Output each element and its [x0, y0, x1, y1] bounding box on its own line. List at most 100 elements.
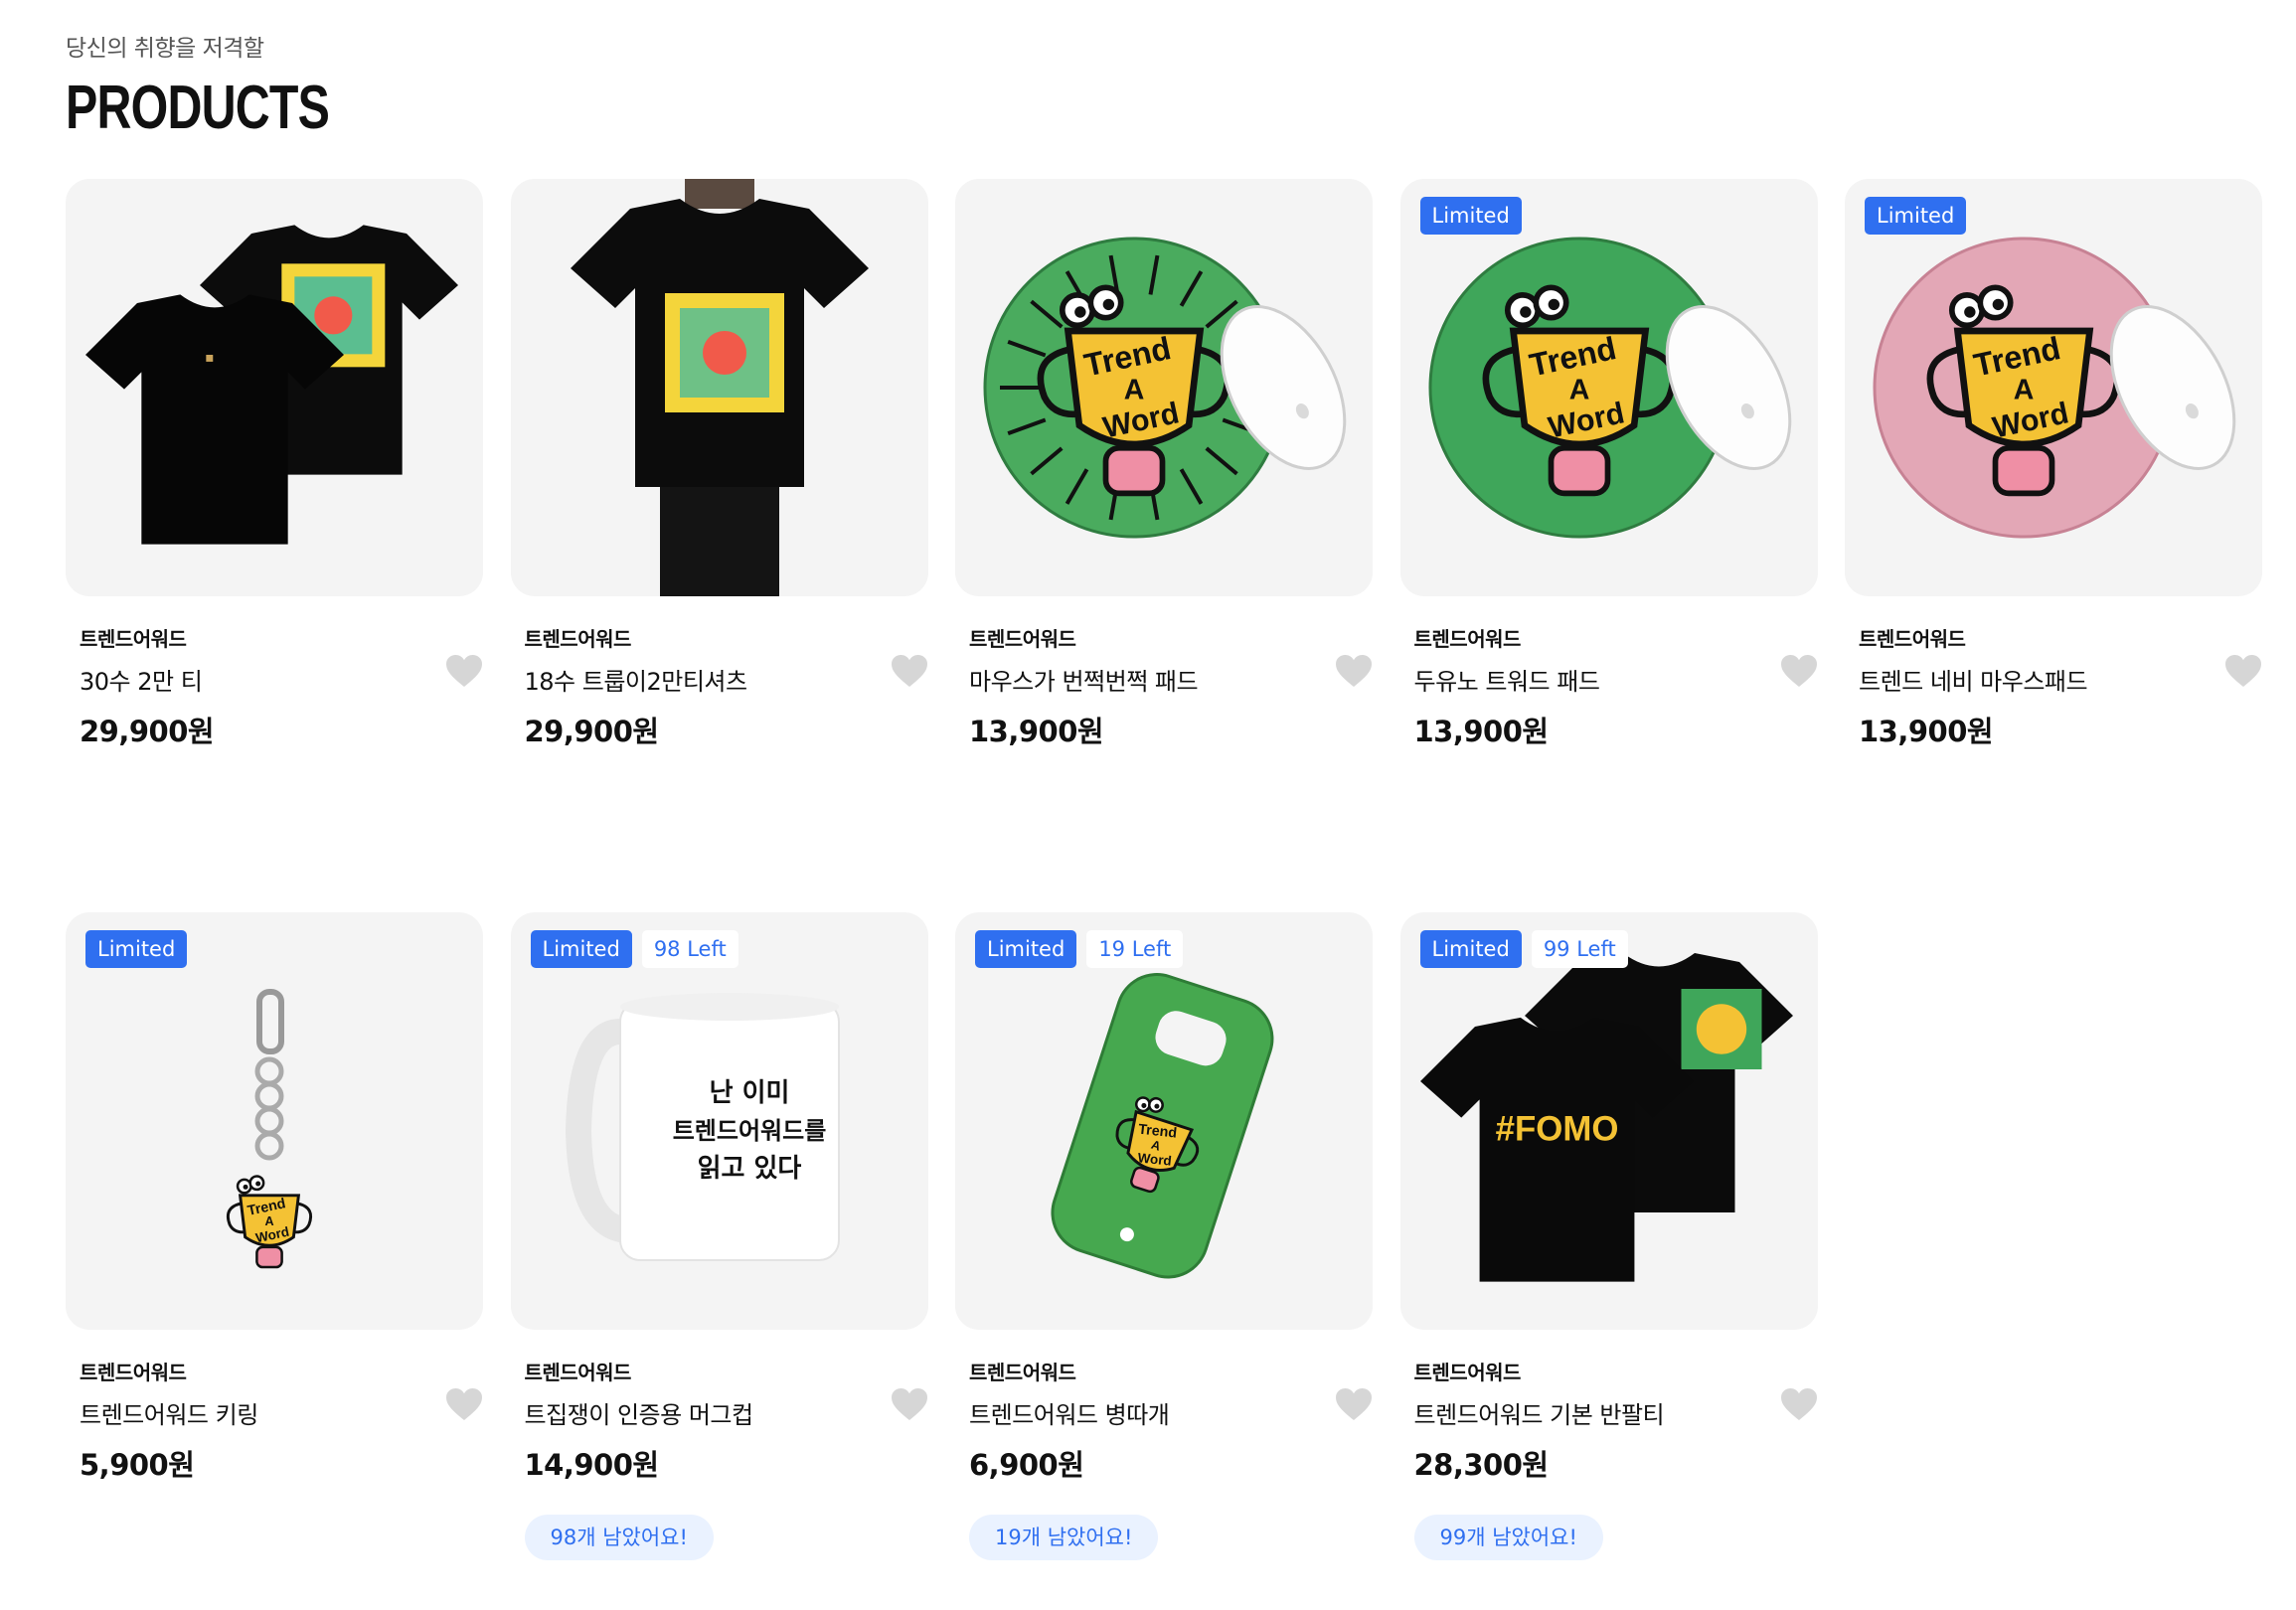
- product-card-8[interactable]: Limited 19 Left Trend A Word 트렌드어워드 트렌드어워…: [955, 912, 1373, 1610]
- product-name[interactable]: 트렌드 네비 마우스패드: [1859, 666, 2248, 698]
- heart-icon[interactable]: [445, 654, 483, 688]
- product-brand: 트렌드어워드: [1413, 1361, 1522, 1384]
- product-info: 트렌드어워드 트렌드어워드 키링 5,900원: [66, 1358, 483, 1485]
- product-thumbnail[interactable]: [66, 179, 483, 596]
- product-info: 트렌드어워드 트집쟁이 인증용 머그컵 14,900원 98개 남았어요!: [511, 1358, 928, 1560]
- heart-icon[interactable]: [891, 1387, 928, 1421]
- section-eyebrow: 당신의 취향을 저격할: [66, 36, 264, 62]
- product-brand: 트렌드어워드: [969, 1361, 1076, 1384]
- stock-remaining-pill[interactable]: 19개 남았어요!: [969, 1515, 1159, 1560]
- product-brand: 트렌드어워드: [80, 1361, 187, 1384]
- product-brand: 트렌드어워드: [524, 627, 632, 651]
- product-thumbnail[interactable]: Trend A Word: [955, 179, 1373, 596]
- product-name[interactable]: 트렌드어워드 기본 반팔티: [1414, 1399, 1804, 1431]
- product-info: 트렌드어워드 트렌드어워드 병따개 6,900원 19개 남았어요!: [955, 1358, 1373, 1560]
- page-title: PRODUCTS: [66, 74, 330, 142]
- limited-badge: Limited: [1419, 197, 1522, 235]
- product-card-1[interactable]: 트렌드어워드 30수 2만 티 29,900원: [66, 179, 483, 912]
- product-price: 13,900원: [969, 715, 1104, 748]
- heart-icon[interactable]: [2224, 654, 2262, 688]
- heart-icon[interactable]: [445, 1387, 483, 1421]
- svg-text:A: A: [264, 1214, 273, 1228]
- product-price: 29,900원: [524, 715, 660, 748]
- product-info: 트렌드어워드 18수 트룹이2만티셔츠 29,900원: [511, 624, 928, 751]
- keyring-icon: Trend A Word: [66, 912, 483, 1330]
- limited-badge: Limited: [530, 930, 632, 968]
- heart-icon[interactable]: [1780, 1387, 1818, 1421]
- stock-left-badge: 19 Left: [1086, 930, 1184, 968]
- products-page: 당신의 취향을 저격할 PRODUCTS 트렌드어워드 30수 2만 티 29,…: [0, 0, 2296, 1610]
- svg-text:난 이미: 난 이미: [709, 1078, 789, 1108]
- mousepad-green-rays-icon: Trend A Word: [955, 179, 1373, 596]
- product-price: 13,900원: [1859, 715, 1994, 748]
- svg-text:읽고 있다: 읽고 있다: [697, 1154, 801, 1184]
- stock-remaining-pill[interactable]: 98개 남았어요!: [524, 1515, 714, 1560]
- product-grid: 트렌드어워드 30수 2만 티 29,900원 트렌드어워드 18수 트룹이2만…: [66, 179, 2262, 1610]
- tshirt-fomo-icon: #FOMO: [1400, 912, 1818, 1330]
- product-card-4[interactable]: Limited Trend A Word 트렌드어워드 두유노 트워드 패드 1…: [1399, 179, 1818, 912]
- svg-text:#FOMO: #FOMO: [1495, 1110, 1618, 1149]
- product-price: 5,900원: [80, 1448, 195, 1482]
- product-card-9[interactable]: Limited 99 Left #FOMO 트렌드어워드 트렌드어워드 기본 반팔…: [1399, 912, 1818, 1610]
- product-thumbnail[interactable]: Limited 98 Left 난 이미 트렌드어워드를 읽고 있다: [510, 912, 928, 1330]
- stock-left-badge: 98 Left: [641, 930, 738, 968]
- product-card-3[interactable]: Trend A Word 트렌드어워드 마우스가 번쩍번쩍 패드 13,900원: [955, 179, 1373, 912]
- product-thumbnail[interactable]: Limited Trend A Word: [66, 912, 483, 1330]
- svg-text:A: A: [1568, 374, 1589, 405]
- heart-icon[interactable]: [1335, 1387, 1373, 1421]
- stock-left-badge: 99 Left: [1531, 930, 1628, 968]
- limited-badge: Limited: [1419, 930, 1522, 968]
- product-name[interactable]: 트렌드어워드 병따개: [969, 1399, 1359, 1431]
- product-brand: 트렌드어워드: [80, 627, 187, 651]
- badge-row: Limited: [1865, 197, 1967, 235]
- product-name[interactable]: 30수 2만 티: [80, 666, 469, 698]
- product-name[interactable]: 마우스가 번쩍번쩍 패드: [969, 666, 1359, 698]
- mug-icon: 난 이미 트렌드어워드를 읽고 있다: [511, 912, 928, 1330]
- mousepad-green-icon: Trend A Word: [1400, 179, 1818, 596]
- svg-text:트렌드어워드를: 트렌드어워드를: [672, 1117, 826, 1145]
- product-price: 13,900원: [1413, 715, 1550, 748]
- product-price: 28,300원: [1413, 1448, 1550, 1482]
- badge-row: Limited 19 Left: [975, 930, 1184, 968]
- product-info: 트렌드어워드 트렌드 네비 마우스패드 13,900원: [1845, 624, 2262, 751]
- product-thumbnail[interactable]: Limited 19 Left Trend A Word: [955, 912, 1373, 1330]
- product-price: 6,900원: [969, 1448, 1084, 1482]
- product-brand: 트렌드어워드: [524, 1361, 632, 1384]
- product-brand: 트렌드어워드: [969, 627, 1076, 651]
- product-thumbnail[interactable]: Limited Trend A Word: [1845, 179, 2262, 596]
- badge-row: Limited: [1419, 197, 1522, 235]
- svg-text:A: A: [1124, 374, 1145, 405]
- limited-badge: Limited: [1865, 197, 1967, 235]
- product-name[interactable]: 트집쟁이 인증용 머그컵: [525, 1399, 914, 1431]
- product-card-5[interactable]: Limited Trend A Word 트렌드어워드 트렌드 네비 마우스패드…: [1845, 179, 2262, 912]
- product-info: 트렌드어워드 트렌드어워드 기본 반팔티 28,300원 99개 남았어요!: [1400, 1358, 1818, 1560]
- product-info: 트렌드어워드 마우스가 번쩍번쩍 패드 13,900원: [955, 624, 1373, 751]
- mousepad-pink-icon: Trend A Word: [1845, 179, 2262, 596]
- svg-text:A: A: [2014, 374, 2035, 405]
- product-card-2[interactable]: 트렌드어워드 18수 트룹이2만티셔츠 29,900원: [510, 179, 928, 912]
- tshirt-model-icon: [511, 179, 928, 596]
- product-thumbnail[interactable]: [510, 179, 928, 596]
- product-info: 트렌드어워드 두유노 트워드 패드 13,900원: [1400, 624, 1818, 751]
- badge-row: Limited 98 Left: [530, 930, 738, 968]
- heart-icon[interactable]: [1780, 654, 1818, 688]
- limited-badge: Limited: [975, 930, 1077, 968]
- stock-remaining-pill[interactable]: 99개 남았어요!: [1413, 1515, 1603, 1560]
- product-card-6[interactable]: Limited Trend A Word 트렌드어워드 트렌드어워드 키링 5,…: [66, 912, 483, 1610]
- bottle-opener-icon: Trend A Word: [955, 912, 1373, 1330]
- product-price: 14,900원: [524, 1448, 660, 1482]
- limited-badge: Limited: [85, 930, 188, 968]
- product-brand: 트렌드어워드: [1859, 627, 1966, 651]
- heart-icon[interactable]: [891, 654, 928, 688]
- product-card-7[interactable]: Limited 98 Left 난 이미 트렌드어워드를 읽고 있다 트렌드어워드…: [510, 912, 928, 1610]
- heart-icon[interactable]: [1335, 654, 1373, 688]
- product-brand: 트렌드어워드: [1413, 627, 1522, 651]
- tshirt-pair-icon: [66, 179, 483, 596]
- product-thumbnail[interactable]: Limited Trend A Word: [1399, 179, 1818, 596]
- badge-row: Limited: [85, 930, 188, 968]
- product-name[interactable]: 두유노 트워드 패드: [1414, 666, 1804, 698]
- product-price: 29,900원: [80, 715, 215, 748]
- product-name[interactable]: 18수 트룹이2만티셔츠: [525, 666, 914, 698]
- product-thumbnail[interactable]: Limited 99 Left #FOMO: [1399, 912, 1818, 1330]
- product-name[interactable]: 트렌드어워드 키링: [80, 1399, 469, 1431]
